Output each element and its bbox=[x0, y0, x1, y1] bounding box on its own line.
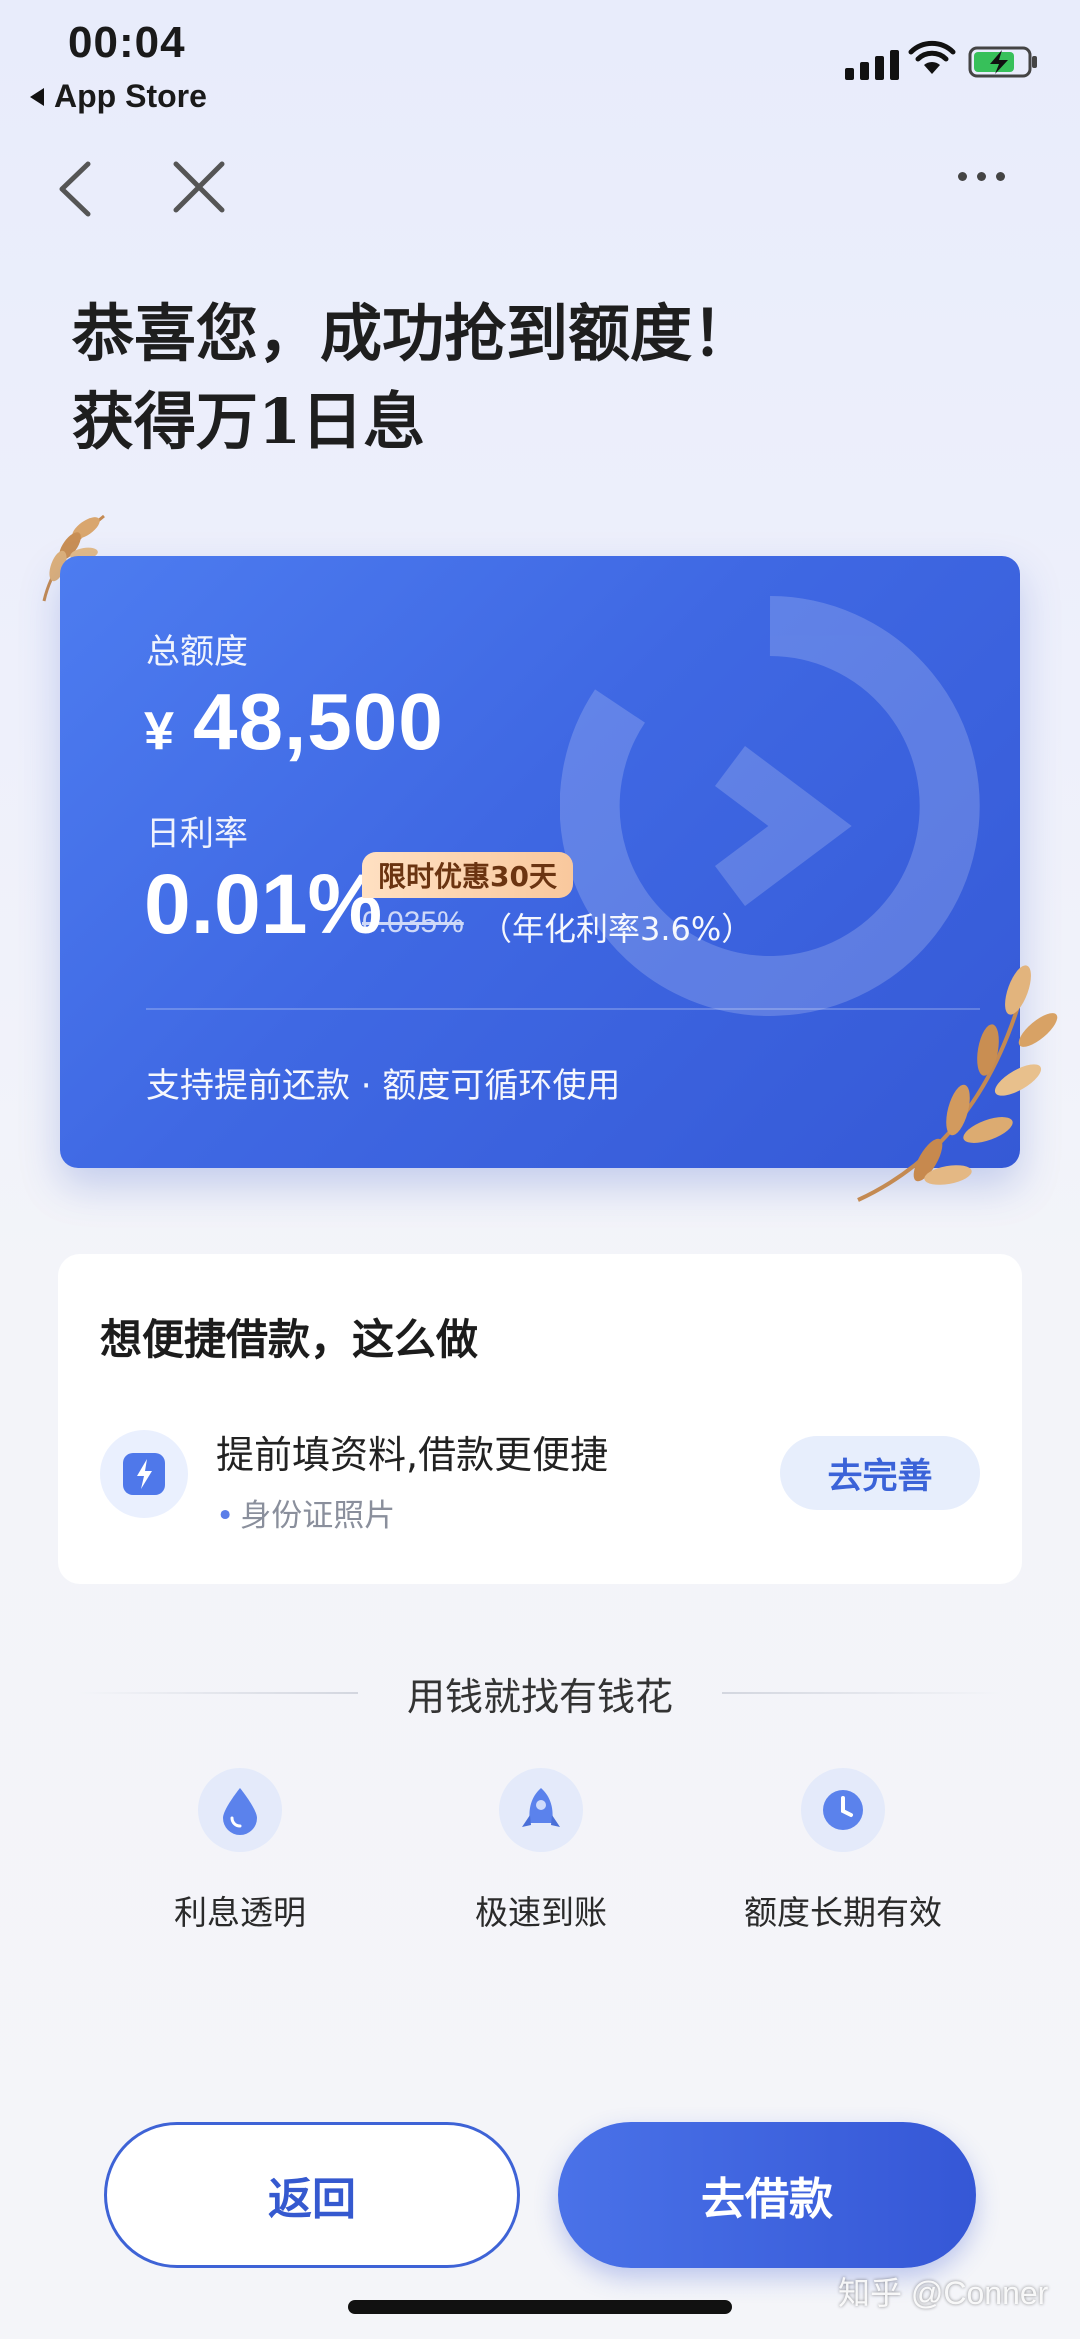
total-limit-amount: ¥48,500 bbox=[144, 676, 444, 768]
page-headline: 恭喜您，成功抢到额度！ 获得万1日息 bbox=[72, 290, 754, 466]
daily-rate-value: 0.01% bbox=[144, 857, 383, 951]
back-to-app-store[interactable]: App Store bbox=[30, 78, 207, 115]
cellular-signal-icon bbox=[845, 50, 899, 80]
currency-symbol: ¥ bbox=[144, 701, 176, 761]
zhihu-watermark: 知乎 @Conner bbox=[838, 2275, 1049, 2311]
original-rate: 0.035% bbox=[362, 906, 464, 939]
return-button[interactable]: 返回 bbox=[104, 2122, 520, 2268]
slogan-divider-right bbox=[722, 1692, 1002, 1694]
tips-sub-label: 身份证照片 bbox=[240, 1498, 396, 1534]
card-features-text: 支持提前还款 · 额度可循环使用 bbox=[146, 1066, 621, 1106]
annual-rate: （年化利率3.6%） bbox=[480, 910, 754, 948]
home-indicator[interactable] bbox=[348, 2300, 732, 2314]
promo-badge: 限时优惠30天 bbox=[362, 852, 573, 898]
feature-long-term-limit: 额度长期有效 bbox=[693, 1768, 993, 1934]
daily-rate-label: 日利率 bbox=[146, 814, 248, 854]
tips-main-text: 提前填资料,借款更便捷 bbox=[216, 1433, 609, 1477]
rocket-icon bbox=[499, 1768, 583, 1852]
status-time: 00:04 bbox=[68, 18, 186, 67]
feature-label: 额度长期有效 bbox=[744, 1893, 942, 1932]
close-icon[interactable] bbox=[172, 160, 226, 214]
tips-sub-text: • 身份证照片 bbox=[216, 1498, 396, 1534]
borrow-button[interactable]: 去借款 bbox=[558, 2122, 976, 2268]
water-drop-icon bbox=[198, 1768, 282, 1852]
lightning-icon bbox=[100, 1430, 188, 1518]
feature-fast-arrival: 极速到账 bbox=[391, 1768, 691, 1934]
back-arrow-icon[interactable] bbox=[56, 160, 96, 218]
tips-title: 想便捷借款，这么做 bbox=[100, 1315, 479, 1364]
complete-info-button[interactable]: 去完善 bbox=[780, 1436, 980, 1510]
battery-charging-icon bbox=[968, 46, 1037, 78]
total-limit-label: 总额度 bbox=[146, 632, 248, 672]
more-options-icon[interactable] bbox=[958, 172, 1005, 181]
back-app-label: App Store bbox=[54, 78, 207, 114]
feature-label: 利息透明 bbox=[174, 1893, 306, 1932]
feature-transparent-interest: 利息透明 bbox=[90, 1768, 390, 1934]
wifi-icon bbox=[908, 40, 956, 74]
laurel-right-icon bbox=[857, 965, 1058, 1202]
total-amount-value: 48,500 bbox=[193, 677, 444, 766]
borrow-tips-card: 想便捷借款，这么做 提前填资料,借款更便捷 • 身份证照片 去完善 bbox=[58, 1254, 1022, 1584]
back-triangle-icon bbox=[30, 87, 44, 106]
headline-line2: 获得万1日息 bbox=[72, 385, 426, 458]
headline-line1: 恭喜您，成功抢到额度！ bbox=[72, 297, 755, 370]
clock-icon bbox=[801, 1768, 885, 1852]
feature-label: 极速到账 bbox=[475, 1893, 607, 1932]
